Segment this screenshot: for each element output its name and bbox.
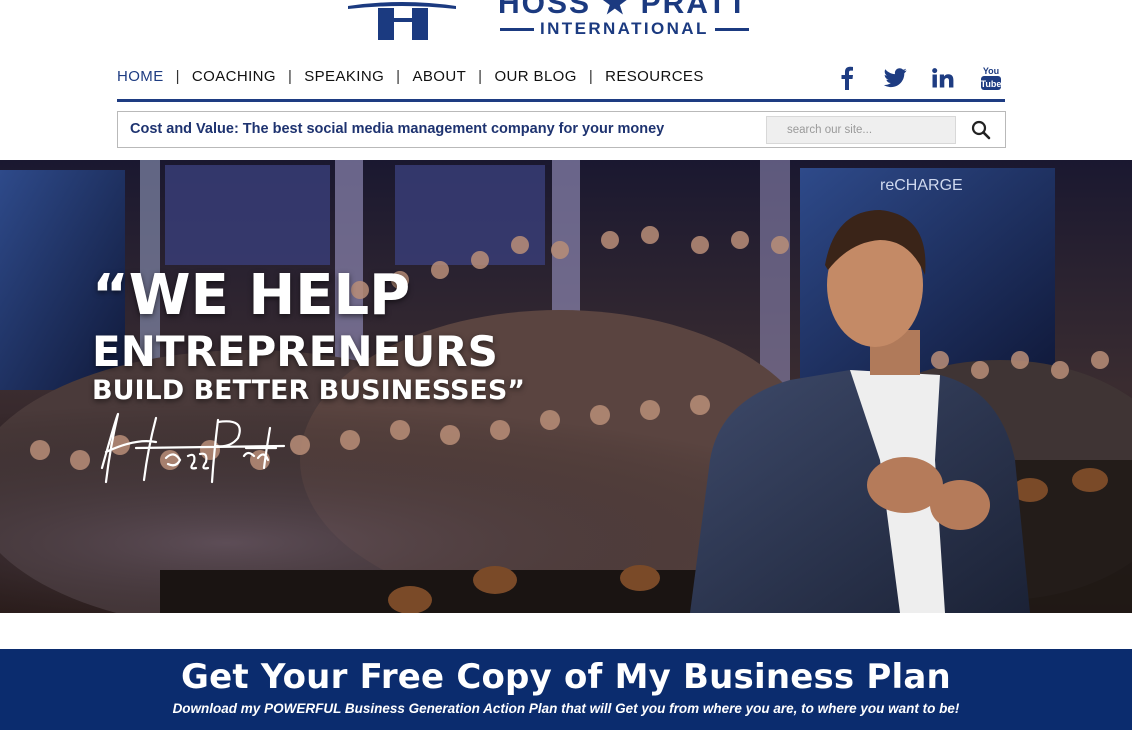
nav-separator: | [175, 68, 180, 85]
youtube-icon[interactable]: You Tube [977, 64, 1005, 92]
logo-tagline-text: INTERNATIONAL [540, 19, 709, 38]
twitter-icon[interactable] [881, 64, 909, 92]
nav-item-blog[interactable]: OUR BLOG [494, 68, 576, 85]
hero-headline: “WE HELP ENTREPRENEURS BUILD BETTER BUSI… [92, 266, 525, 406]
page-title: Cost and Value: The best social media ma… [130, 121, 665, 137]
search-button[interactable] [964, 115, 998, 145]
screen-brand: reCHARGE [880, 177, 963, 194]
social-links: You Tube [833, 64, 1005, 92]
hero-line-1: “WE HELP [92, 263, 411, 328]
nav-links: HOME | COACHING | SPEAKING | ABOUT | OUR… [117, 68, 704, 85]
search-icon [971, 120, 991, 140]
site-logo[interactable]: HOSS ★ PRATT INTERNATIONAL [346, 0, 786, 44]
business-plan-banner[interactable]: Get Your Free Copy of My Business Plan D… [0, 649, 1132, 730]
facebook-icon[interactable] [833, 64, 861, 92]
logo-tagline: INTERNATIONAL [500, 19, 749, 39]
nav-item-coaching[interactable]: COACHING [192, 68, 276, 85]
signature-icon [100, 412, 286, 484]
nav-item-about[interactable]: ABOUT [412, 68, 466, 85]
hero-banner[interactable]: reCHARGE “WE HELP ENTREPRENEURS BUILD BE… [0, 160, 1132, 613]
logo-name: HOSS ★ PRATT [498, 0, 749, 20]
nav-separator: | [396, 68, 401, 85]
hero-line-2: ENTREPRENEURS [92, 327, 498, 376]
linkedin-icon[interactable] [929, 64, 957, 92]
nav-separator: | [478, 68, 483, 85]
banner-subtitle: Download my POWERFUL Business Generation… [172, 701, 960, 716]
nav-item-speaking[interactable]: SPEAKING [304, 68, 384, 85]
banner-title: Get Your Free Copy of My Business Plan [181, 657, 951, 697]
nav-item-home[interactable]: HOME [117, 68, 164, 85]
nav-separator: | [287, 68, 293, 85]
nav-separator: | [588, 68, 594, 85]
svg-text:Tube: Tube [981, 79, 1002, 89]
nav-item-resources[interactable]: RESOURCES [605, 68, 704, 85]
main-nav: HOME | COACHING | SPEAKING | ABOUT | OUR… [117, 64, 1005, 102]
search-bar: Cost and Value: The best social media ma… [117, 111, 1006, 148]
hero-line-3: BUILD BETTER BUSINESSES” [92, 375, 526, 406]
search-input[interactable] [766, 116, 956, 144]
logo-mark-icon [348, 2, 456, 40]
svg-text:You: You [983, 66, 999, 76]
